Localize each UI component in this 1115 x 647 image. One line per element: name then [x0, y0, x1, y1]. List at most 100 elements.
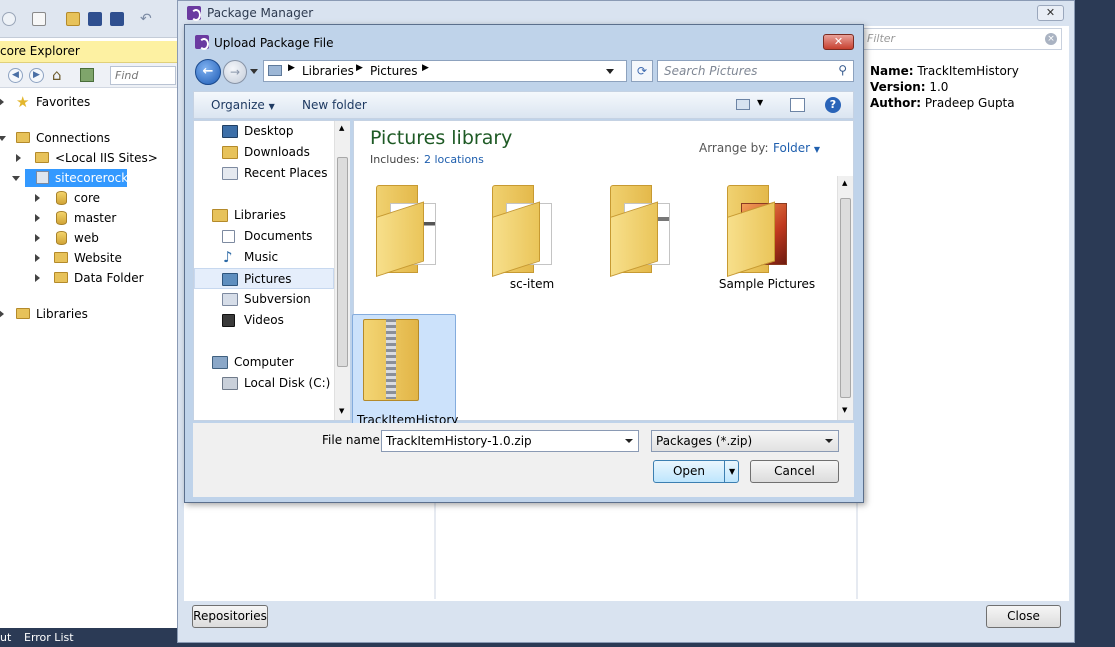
folder-item[interactable]: sc-item [480, 179, 580, 299]
videos-icon [222, 314, 235, 327]
tab-output[interactable]: ut [0, 628, 11, 647]
view-dropdown-icon[interactable]: ▼ [757, 98, 763, 107]
expand-arrow-icon[interactable] [35, 274, 40, 282]
scroll-thumb[interactable] [840, 198, 851, 398]
undo-icon[interactable]: ↶ [140, 11, 154, 27]
pane-divider [434, 501, 436, 599]
split-dropdown-icon[interactable]: ▼ [729, 461, 735, 482]
add-connection-icon[interactable] [80, 68, 94, 82]
folder-item[interactable] [598, 179, 698, 299]
expand-arrow-icon[interactable] [35, 234, 40, 242]
filter-input[interactable]: Filter [863, 28, 1062, 50]
address-dropdown-icon[interactable] [606, 69, 614, 74]
nav-item-computer[interactable]: Computer [194, 352, 334, 373]
search-icon[interactable]: ⚲ [838, 63, 847, 77]
clear-filter-icon[interactable]: × [1045, 33, 1057, 45]
cancel-button[interactable]: Cancel [750, 460, 839, 483]
chevron-right-icon[interactable]: ▶ [422, 63, 429, 73]
find-input[interactable]: Find [110, 66, 176, 85]
scroll-up-icon[interactable]: ▲ [339, 124, 344, 132]
forward-arrow-icon[interactable]: → [223, 60, 247, 84]
includes-label: Includes: [370, 153, 420, 166]
dropdown-arrow-icon[interactable] [625, 439, 633, 443]
scroll-up-icon[interactable]: ▲ [842, 179, 847, 187]
dialog-close-button[interactable]: ✕ [823, 34, 854, 50]
folder-item[interactable] [364, 179, 464, 299]
expand-arrow-icon[interactable] [35, 214, 40, 222]
folder-icon [16, 132, 30, 143]
recent-pages-arrow-icon[interactable] [250, 69, 258, 74]
nav-label: Subversion [244, 292, 311, 306]
tab-error-list[interactable]: Error List [24, 628, 74, 647]
tree-label: Data Folder [74, 271, 144, 285]
nav-item-music[interactable]: ♪ Music [194, 247, 334, 268]
new-folder-button[interactable]: New folder [302, 98, 367, 112]
expand-arrow-icon[interactable] [35, 194, 40, 202]
nav-item-videos[interactable]: Videos [194, 310, 334, 331]
dropdown-arrow-icon: ▼ [268, 102, 275, 111]
nav-item-documents[interactable]: Documents [194, 226, 334, 247]
package-info: Name: TrackItemHistory Version: 1.0 Auth… [870, 63, 1019, 111]
save-all-icon[interactable] [110, 12, 124, 26]
nav-item-downloads[interactable]: Downloads [194, 142, 334, 163]
home-icon[interactable]: ⌂ [52, 66, 62, 84]
folder-item[interactable]: Sample Pictures [715, 179, 815, 299]
dropdown-arrow-icon: ▼ [813, 145, 821, 154]
author-value: Pradeep Gupta [924, 96, 1015, 110]
includes-locations-link[interactable]: 2 locations [424, 153, 484, 166]
breadcrumb-libraries[interactable]: Libraries [302, 64, 354, 78]
file-type-value: Packages (*.zip) [656, 434, 753, 448]
scroll-down-icon[interactable]: ▼ [842, 406, 847, 414]
panel-title: core Explorer [0, 44, 80, 58]
new-item-icon[interactable] [32, 12, 46, 26]
expand-arrow-icon[interactable] [0, 98, 4, 106]
chevron-right-icon[interactable]: ▶ [288, 63, 295, 73]
scroll-thumb[interactable] [337, 157, 348, 367]
file-scrollbar[interactable]: ▲ ▼ [837, 176, 853, 420]
view-icon[interactable] [736, 99, 750, 110]
visual-studio-logo-icon [187, 6, 201, 21]
nav-forward-icon[interactable]: ▶ [29, 68, 44, 83]
repositories-button[interactable]: Repositories [192, 605, 268, 628]
nav-item-local-disk[interactable]: Local Disk (C:) [194, 373, 334, 394]
nav-item-desktop[interactable]: Desktop [194, 121, 334, 142]
tree-label: sitecorerocks [55, 171, 135, 185]
nav-back-icon[interactable]: ◀ [8, 68, 23, 83]
expand-arrow-icon[interactable] [35, 254, 40, 262]
collapse-arrow-icon[interactable] [0, 136, 6, 141]
expand-arrow-icon[interactable] [16, 154, 21, 162]
collapse-arrow-icon[interactable] [12, 176, 20, 181]
nav-item-libraries[interactable]: Libraries [194, 205, 334, 226]
help-icon[interactable]: ? [825, 97, 841, 113]
expand-arrow-icon[interactable] [0, 310, 4, 318]
file-list-pane: Pictures library Includes: 2 locations A… [352, 120, 854, 444]
save-icon[interactable] [88, 12, 102, 26]
bottom-tab-bar: ut Error List [0, 628, 177, 647]
nav-item-subversion[interactable]: Subversion [194, 289, 334, 310]
close-window-button[interactable]: ✕ [1037, 5, 1064, 21]
scroll-down-icon[interactable]: ▼ [339, 407, 344, 415]
file-name-input[interactable]: TrackItemHistory-1.0.zip [381, 430, 639, 452]
arrange-by-dropdown[interactable]: Folder ▼ [773, 141, 820, 155]
dropdown-arrow-icon[interactable] [825, 439, 833, 443]
nav-label: Computer [234, 355, 294, 369]
nav-scrollbar[interactable]: ▲ ▼ [334, 121, 350, 420]
breadcrumb[interactable]: ▶ Libraries ▶ Pictures ▶ [263, 60, 627, 82]
nav-item-recent-places[interactable]: Recent Places [194, 163, 334, 184]
close-button[interactable]: Close [986, 605, 1061, 628]
open-button[interactable]: Open ▼ [653, 460, 739, 483]
open-folder-icon[interactable] [66, 12, 80, 26]
file-type-select[interactable]: Packages (*.zip) [651, 430, 839, 452]
preview-pane-icon[interactable] [790, 98, 805, 112]
back-icon[interactable] [2, 12, 16, 26]
organize-menu[interactable]: Organize ▼ [211, 98, 275, 112]
search-input[interactable]: Search Pictures ⚲ [657, 60, 854, 82]
disk-icon [222, 377, 238, 390]
refresh-icon[interactable]: ⟳ [631, 60, 653, 82]
chevron-right-icon[interactable]: ▶ [356, 63, 363, 73]
back-arrow-icon[interactable]: ← [195, 59, 221, 85]
nav-item-pictures[interactable]: Pictures [194, 268, 334, 289]
database-icon [56, 191, 67, 205]
breadcrumb-pictures[interactable]: Pictures [370, 64, 418, 78]
arrange-by-value: Folder [773, 141, 811, 155]
